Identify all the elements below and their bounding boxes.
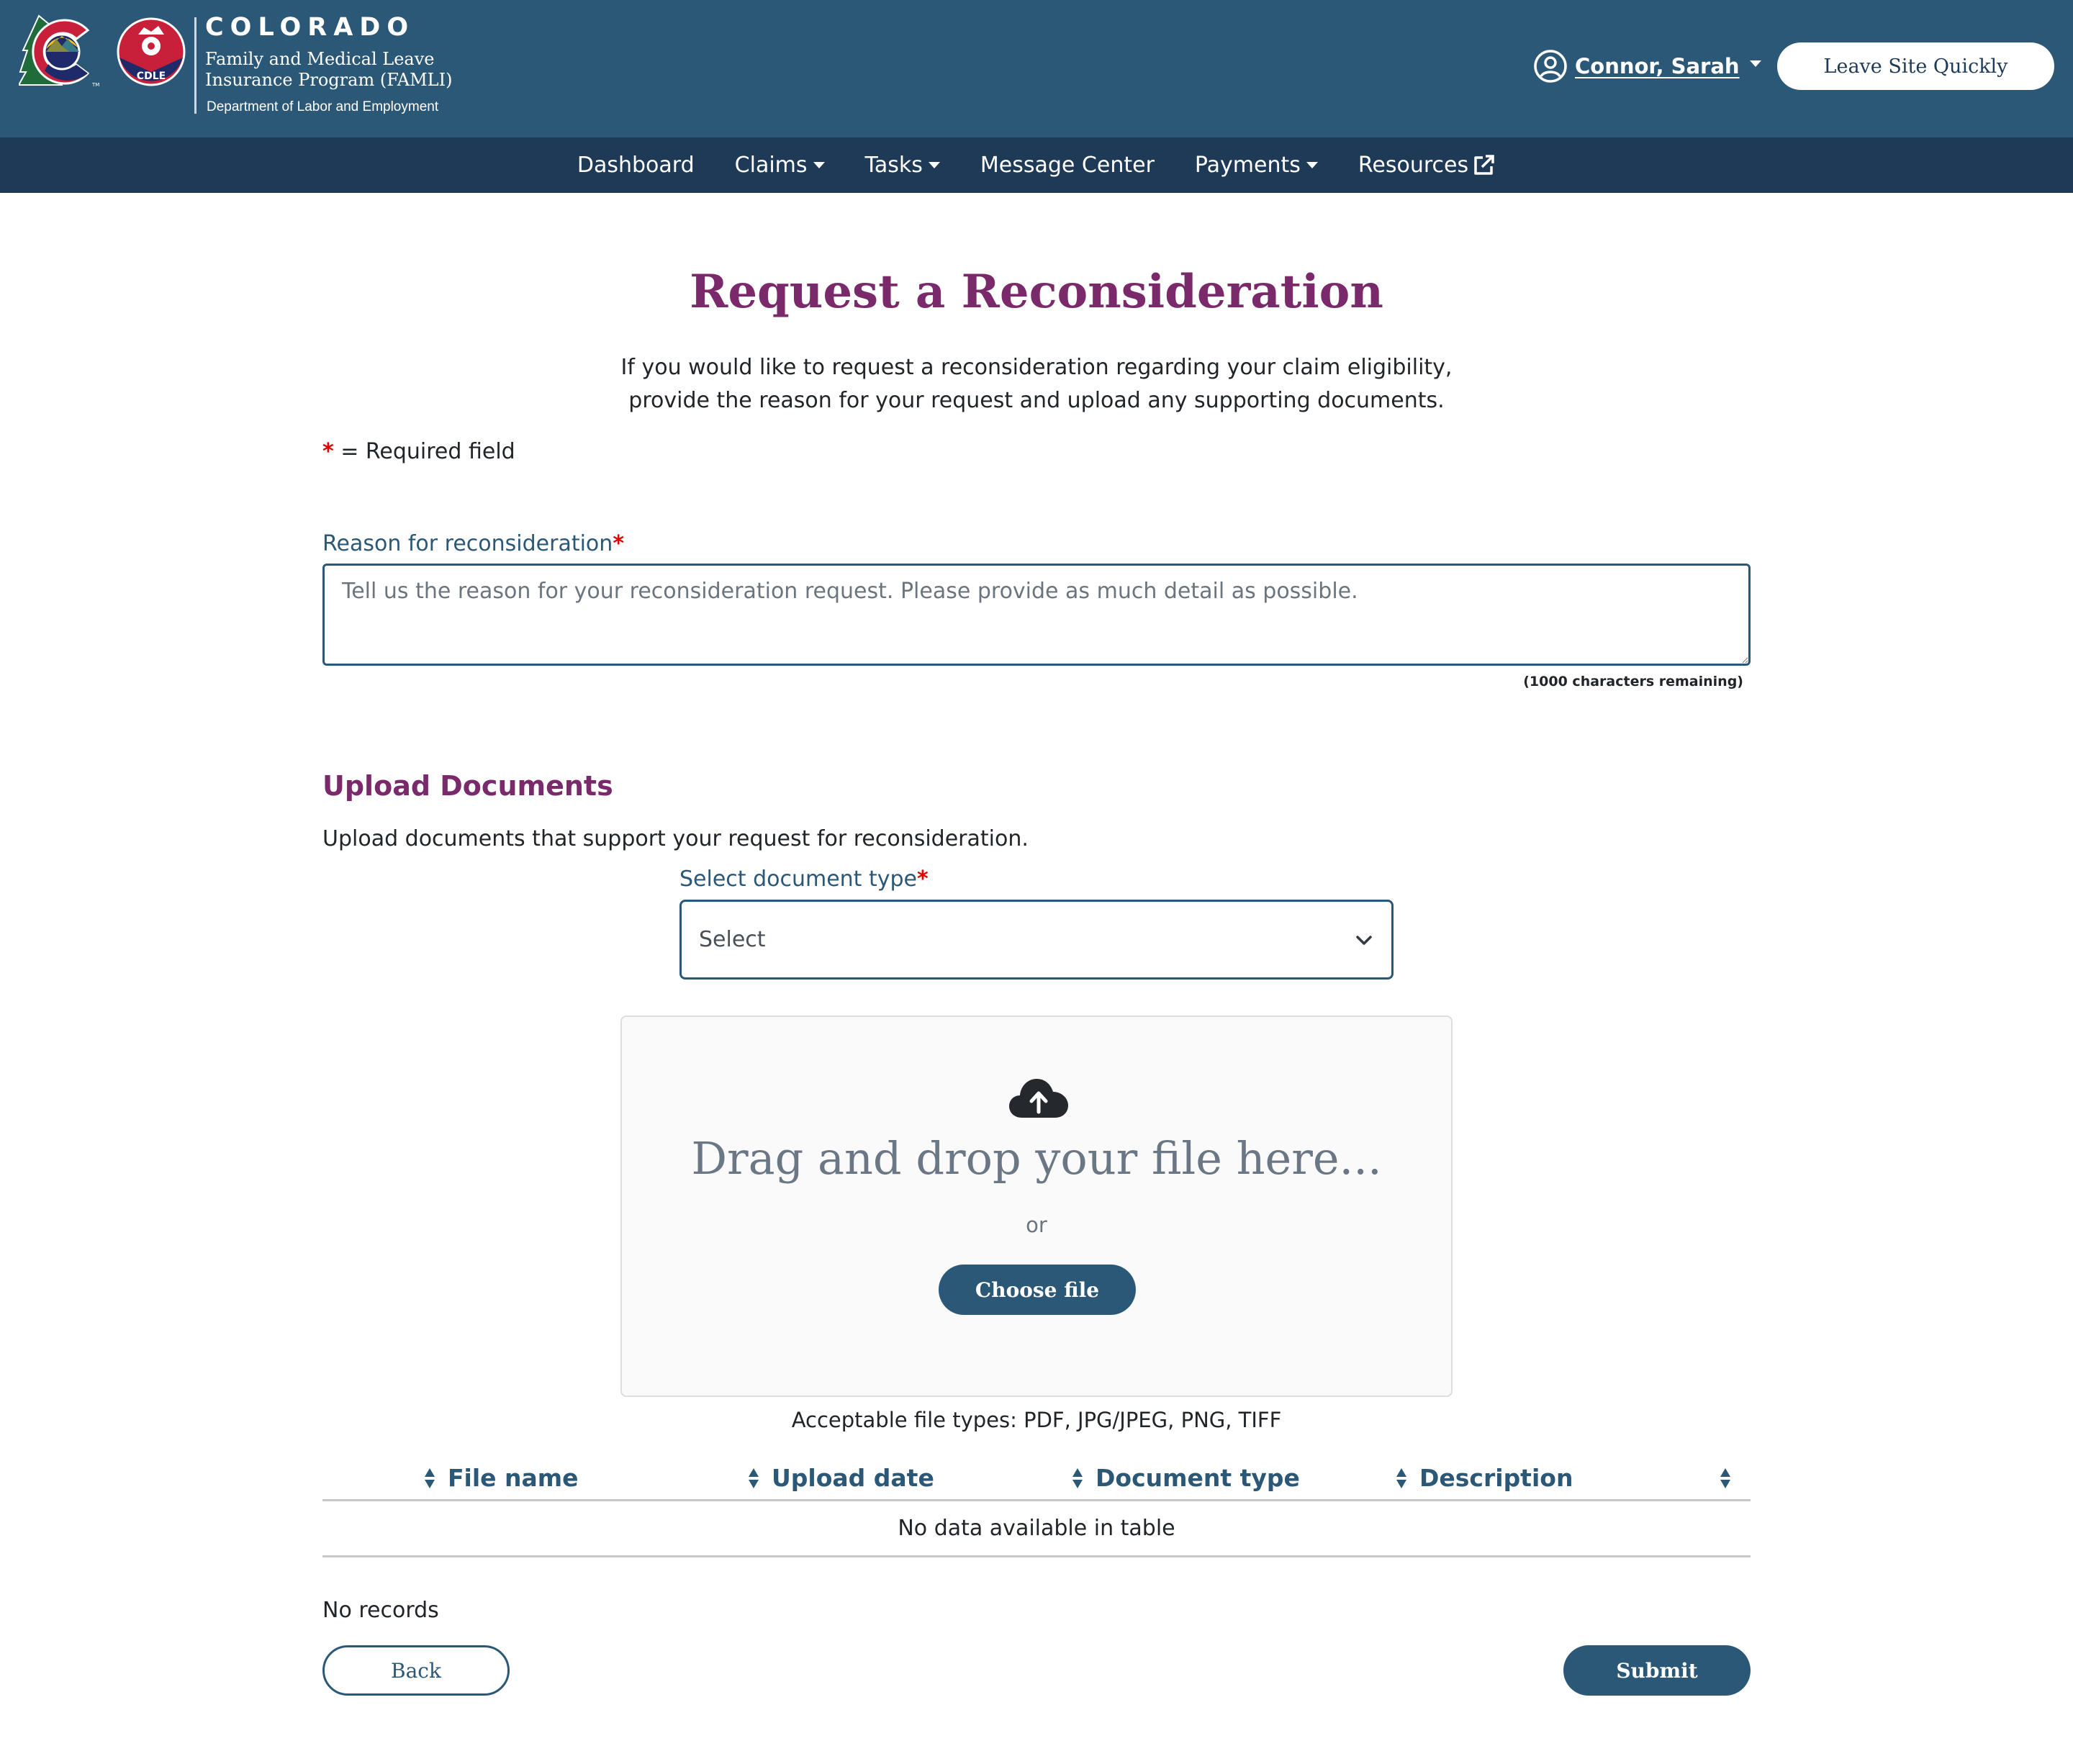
- sort-icon: [425, 1467, 435, 1488]
- required-note-text: = Required field: [333, 439, 515, 464]
- nav-item-dashboard[interactable]: Dashboard: [557, 153, 715, 178]
- required-field-note: * = Required field: [322, 439, 515, 464]
- required-asterisk: *: [322, 439, 334, 464]
- cloud-upload-icon: [1009, 1079, 1068, 1118]
- nav-label: Claims: [734, 153, 808, 178]
- nav-label: Tasks: [864, 153, 923, 178]
- reason-label: Reason for reconsideration*: [322, 531, 624, 556]
- required-asterisk: *: [613, 531, 625, 556]
- column-header-file-name[interactable]: File name: [438, 1457, 762, 1499]
- intro-line: provide the reason for your request and …: [628, 388, 1445, 413]
- column-label: Upload date: [772, 1464, 934, 1492]
- acceptable-file-types: Acceptable file types: PDF, JPG/JPEG, PN…: [791, 1408, 1282, 1432]
- nav-label: Payments: [1194, 153, 1301, 178]
- column-header-blank[interactable]: [322, 1457, 438, 1499]
- table-header: File name Upload date Document type Desc…: [322, 1457, 1751, 1501]
- external-link-icon: [1474, 154, 1494, 175]
- column-label: Description: [1419, 1464, 1573, 1492]
- nav-item-payments[interactable]: Payments: [1175, 153, 1338, 178]
- user-menu-dropdown[interactable]: Connor, Sarah: [1533, 48, 1761, 85]
- nav-item-claims[interactable]: Claims: [715, 153, 845, 178]
- brand-program: Family and Medical Leave Insurance Progr…: [205, 49, 453, 90]
- page-title: Request a Reconsideration: [690, 265, 1383, 319]
- records-count: No records: [322, 1598, 439, 1623]
- caret-down-icon: [1749, 60, 1761, 67]
- colorado-cdle-logo-icon[interactable]: TM CDLE: [19, 14, 191, 90]
- leave-site-quickly-button[interactable]: Leave Site Quickly: [1777, 42, 2054, 90]
- upload-documents-description: Upload documents that support your reque…: [322, 826, 1029, 851]
- caret-down-icon: [928, 162, 940, 168]
- user-name[interactable]: Connor, Sarah: [1575, 54, 1740, 78]
- back-button[interactable]: Back: [322, 1645, 510, 1696]
- submit-button[interactable]: Submit: [1563, 1645, 1751, 1696]
- user-circle-icon: [1534, 50, 1567, 83]
- caret-down-icon: [1306, 162, 1318, 168]
- sort-icon: [749, 1467, 759, 1488]
- nav-item-resources[interactable]: Resources: [1338, 153, 1516, 178]
- site-header: TM CDLE COLORADO Family and Medical Leav…: [0, 0, 2073, 137]
- brand-department: Department of Labor and Employment: [207, 99, 439, 114]
- chevron-down-icon: [1356, 935, 1372, 945]
- caret-down-icon: [813, 162, 825, 168]
- svg-text:TM: TM: [91, 82, 99, 88]
- dropzone-or: or: [1026, 1213, 1047, 1237]
- intro-text: If you would like to request a reconside…: [0, 351, 2073, 417]
- intro-line: If you would like to request a reconside…: [620, 355, 1453, 380]
- nav-item-tasks[interactable]: Tasks: [845, 153, 960, 178]
- logo-divider: [194, 17, 197, 114]
- sort-icon: [1396, 1467, 1406, 1488]
- document-type-label: Select document type*: [679, 867, 929, 892]
- sort-icon: [1720, 1467, 1730, 1488]
- characters-remaining: (1000 characters remaining): [1523, 674, 1743, 689]
- main-nav: Dashboard Claims Tasks Message Center Pa…: [0, 137, 2073, 193]
- column-header-document-type[interactable]: Document type: [1085, 1457, 1409, 1499]
- logo-badge-text: CDLE: [137, 71, 166, 82]
- column-header-description[interactable]: Description: [1409, 1457, 1733, 1499]
- document-type-select[interactable]: Select: [679, 900, 1394, 980]
- brand-state: COLORADO: [205, 13, 415, 42]
- nav-label: Message Center: [980, 153, 1155, 178]
- documents-table: File name Upload date Document type Desc…: [322, 1457, 1751, 1557]
- sort-icon: [1072, 1467, 1083, 1488]
- nav-label: Dashboard: [577, 153, 695, 178]
- reason-textarea[interactable]: [322, 564, 1751, 666]
- document-type-label-text: Select document type: [679, 867, 917, 892]
- column-label: Document type: [1096, 1464, 1300, 1492]
- column-header-upload-date[interactable]: Upload date: [762, 1457, 1085, 1499]
- dropzone-text: Drag and drop your file here...: [691, 1132, 1382, 1185]
- reason-label-text: Reason for reconsideration: [322, 531, 613, 556]
- document-type-selected: Select: [699, 927, 766, 952]
- choose-file-button[interactable]: Choose file: [939, 1265, 1136, 1315]
- upload-documents-heading: Upload Documents: [322, 770, 613, 802]
- nav-item-message-center[interactable]: Message Center: [960, 153, 1175, 178]
- required-asterisk: *: [917, 867, 929, 892]
- nav-label: Resources: [1358, 153, 1469, 178]
- column-label: File name: [448, 1464, 579, 1492]
- table-empty-row: No data available in table: [322, 1501, 1751, 1557]
- file-dropzone[interactable]: Drag and drop your file here... or Choos…: [620, 1016, 1453, 1397]
